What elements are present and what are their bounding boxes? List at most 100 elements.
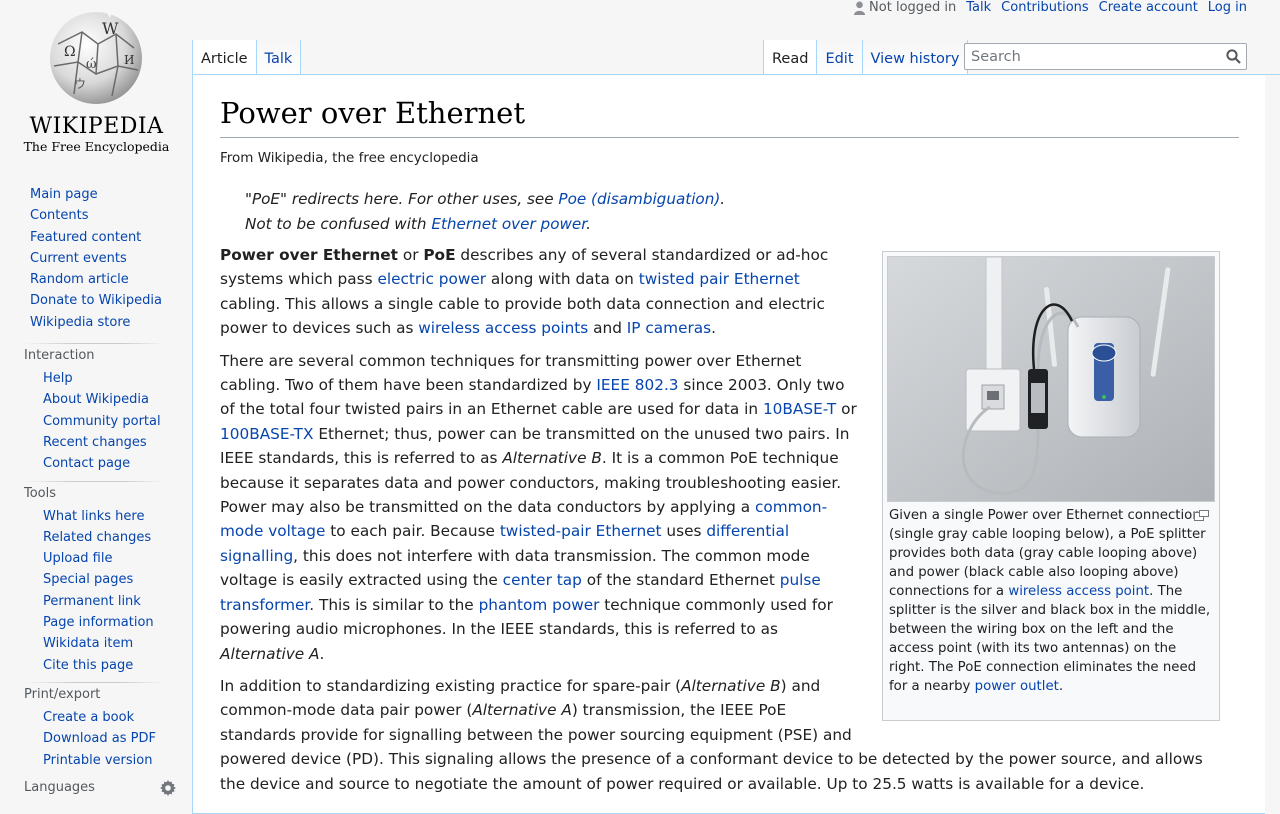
link-poe-disambiguation[interactable]: Poe (disambiguation): [558, 190, 720, 208]
link-wireless-access-point[interactable]: wireless access point: [1008, 584, 1149, 599]
hatnote-text: "PoE" redirects here. For other uses, se…: [245, 190, 559, 208]
sidebar-item-download-pdf[interactable]: Download as PDF: [43, 731, 156, 746]
sidebar-item-about-wikipedia[interactable]: About Wikipedia: [43, 392, 149, 407]
sidebar-item-special-pages[interactable]: Special pages: [43, 572, 133, 587]
italic-term: Alternative B: [681, 676, 781, 695]
text: along with data on: [486, 270, 639, 289]
sidebar-print-export: Print/export Create a book Download as P…: [24, 681, 193, 771]
sidebar-navigation: Main page Contents Featured content Curr…: [24, 184, 193, 333]
text: to each pair. Because: [325, 522, 500, 541]
text: .: [319, 644, 325, 663]
text: of the standard Ethernet: [581, 571, 780, 590]
search-icon[interactable]: [1226, 49, 1241, 68]
sidebar-languages: Languages: [24, 777, 176, 799]
sidebar-item-contact-page[interactable]: Contact page: [43, 456, 130, 471]
not-logged-in-label: Not logged in: [869, 0, 957, 15]
text: or: [397, 246, 424, 264]
tab-edit-label: Edit: [825, 51, 854, 67]
svg-text:ウ: ウ: [74, 77, 86, 91]
sidebar-item-community-portal[interactable]: Community portal: [43, 414, 161, 429]
svg-text:И: И: [124, 53, 134, 67]
sidebar-item-page-information[interactable]: Page information: [43, 615, 154, 630]
link-center-tap[interactable]: center tap: [503, 571, 582, 589]
tab-talk[interactable]: Talk: [255, 40, 302, 75]
italic-term: Alternative A: [220, 644, 320, 663]
sidebar-item-upload-file[interactable]: Upload file: [43, 551, 112, 566]
personal-tools: Not logged in Talk Contributions Create acc…: [844, 0, 1247, 16]
svg-text:W: W: [102, 19, 119, 38]
link-phantom-power[interactable]: phantom power: [479, 596, 600, 614]
tab-article-label: Article: [201, 51, 248, 67]
sidebar-item-contents[interactable]: Contents: [30, 208, 88, 223]
sidebar-item-permanent-link[interactable]: Permanent link: [43, 594, 141, 609]
link-ieee-802-3[interactable]: IEEE 802.3: [596, 376, 678, 394]
sidebar-item-main-page[interactable]: Main page: [30, 187, 98, 202]
link-100base-tx[interactable]: 100BASE-TX: [220, 425, 313, 443]
create-account-link[interactable]: Create account: [1099, 0, 1198, 15]
sidebar-item-related-changes[interactable]: Related changes: [43, 530, 151, 545]
user-icon: [854, 1, 866, 19]
personal-talk-link[interactable]: Talk: [966, 0, 991, 15]
text: or: [836, 400, 857, 419]
svg-text:Ω: Ω: [64, 44, 76, 60]
sidebar-item-wikidata-item[interactable]: Wikidata item: [43, 636, 133, 651]
sidebar-item-recent-changes[interactable]: Recent changes: [43, 435, 147, 450]
log-in-link[interactable]: Log in: [1208, 0, 1247, 15]
sidebar-tools: Tools What links here Related changes Up…: [24, 480, 193, 676]
sidebar-item-help[interactable]: Help: [43, 371, 73, 386]
gear-icon[interactable]: [160, 780, 176, 800]
thumbnail-image[interactable]: [887, 256, 1215, 502]
text: and: [588, 319, 627, 338]
italic-term: Alternative A: [472, 701, 572, 720]
link-ethernet-over-power[interactable]: Ethernet over power: [431, 215, 586, 233]
tab-read[interactable]: Read: [763, 40, 817, 75]
sidebar-item-random-article[interactable]: Random article: [30, 272, 129, 287]
text: In addition to standardizing existing pr…: [220, 676, 682, 695]
view-tabs: Read Edit View history: [763, 40, 969, 75]
hatnote-text: .: [720, 190, 726, 208]
sidebar-item-what-links-here[interactable]: What links here: [43, 509, 144, 524]
sidebar-item-wikipedia-store[interactable]: Wikipedia store: [30, 315, 130, 330]
svg-text:ώ: ώ: [86, 57, 97, 72]
link-twisted-pair-ethernet-2[interactable]: twisted-pair Ethernet: [500, 522, 662, 540]
text: .: [711, 319, 716, 338]
hatnote-text: .: [586, 215, 591, 233]
sidebar-item-featured-content[interactable]: Featured content: [30, 230, 141, 245]
link-10base-t[interactable]: 10BASE-T: [763, 400, 836, 418]
sidebar-item-donate[interactable]: Donate to Wikipedia: [30, 293, 162, 308]
wikipedia-logo[interactable]: Ω W И ώ ウ WIKIPEDIA The Free Encyclopedi…: [0, 0, 193, 160]
sidebar-item-current-events[interactable]: Current events: [30, 251, 127, 266]
sidebar-heading-languages: Languages: [24, 780, 95, 795]
link-ip-cameras[interactable]: IP cameras: [627, 319, 711, 337]
bold-term: Power over Ethernet: [220, 246, 398, 264]
tab-read-label: Read: [772, 51, 809, 67]
tab-article[interactable]: Article: [192, 40, 256, 75]
tab-view-history[interactable]: View history: [861, 40, 969, 75]
logo-wordmark: WIKIPEDIA: [29, 114, 164, 139]
article-body: Given a single Power over Ethernet conne…: [220, 243, 1220, 804]
link-twisted-pair-ethernet[interactable]: twisted pair Ethernet: [639, 270, 800, 288]
search-box: [964, 43, 1247, 70]
sidebar-heading-print-export: Print/export: [24, 686, 101, 702]
namespace-tabs: Article Talk: [192, 40, 302, 75]
poe-splitter-photo: [888, 257, 1214, 501]
sidebar-item-create-book[interactable]: Create a book: [43, 710, 134, 725]
tab-edit[interactable]: Edit: [816, 40, 862, 75]
link-wireless-access-points[interactable]: wireless access points: [418, 319, 588, 337]
sidebar: Main page Contents Featured content Curr…: [0, 180, 193, 771]
search-input[interactable]: [965, 44, 1215, 69]
link-electric-power[interactable]: electric power: [377, 270, 486, 288]
bold-term: PoE: [423, 246, 456, 264]
caption-text: . The splitter is the silver and black b…: [889, 584, 1211, 694]
caption-text: .: [1058, 679, 1064, 694]
hatnote-text: Not to be confused with: [245, 215, 432, 233]
sidebar-item-cite-this-page[interactable]: Cite this page: [43, 658, 133, 673]
text: . This is similar to the: [309, 595, 479, 614]
contributions-link[interactable]: Contributions: [1001, 0, 1089, 15]
site-subtitle: From Wikipedia, the free encyclopedia: [220, 150, 479, 166]
enlarge-icon[interactable]: [1194, 504, 1209, 528]
sidebar-item-printable-version[interactable]: Printable version: [43, 753, 152, 768]
page-title: Power over Ethernet: [220, 93, 1239, 138]
hatnote-not-confused: Not to be confused with Ethernet over po…: [245, 212, 591, 236]
link-power-outlet[interactable]: power outlet: [975, 679, 1059, 694]
